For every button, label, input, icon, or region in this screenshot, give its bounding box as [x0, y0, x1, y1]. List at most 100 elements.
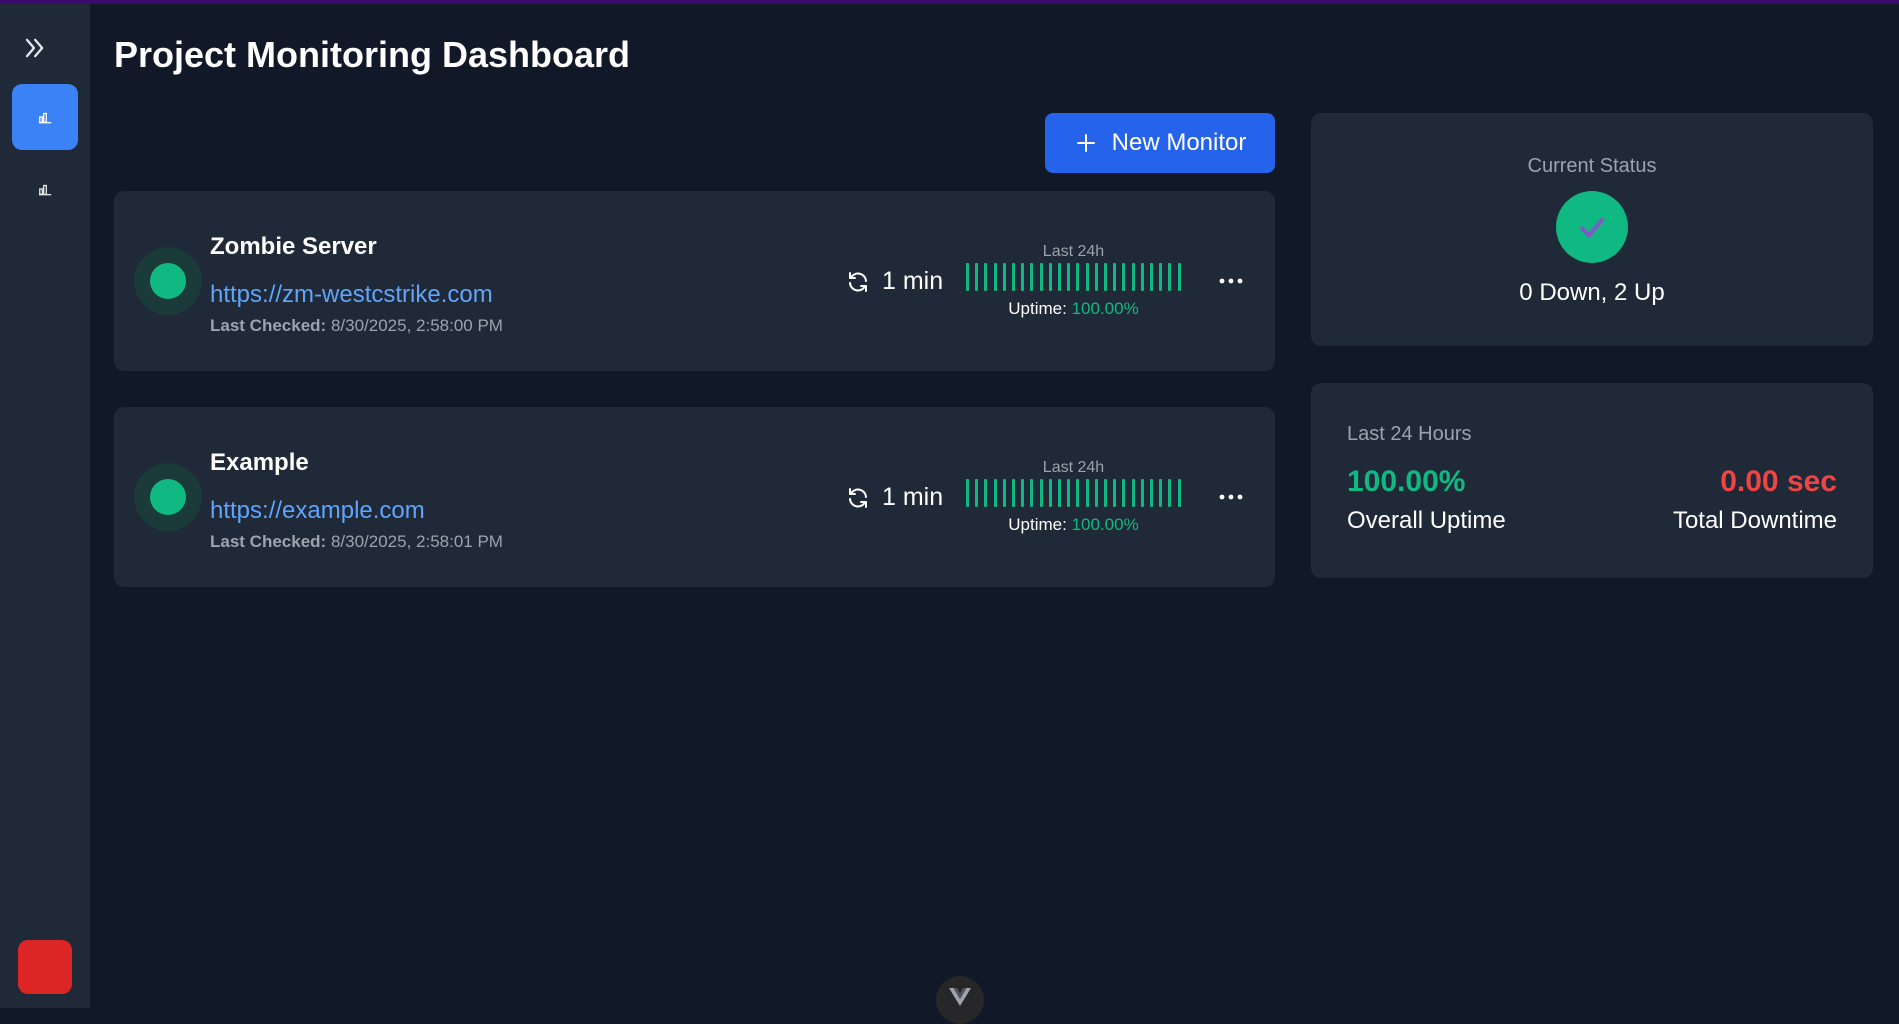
uptime-bar	[984, 263, 988, 291]
last-24-hours-card: Last 24 Hours 100.00% Overall Uptime 0.0…	[1311, 383, 1873, 578]
uptime-bar	[1058, 479, 1062, 507]
uptime-bar	[1140, 263, 1144, 291]
sidebar-user-avatar[interactable]	[18, 940, 72, 994]
uptime-bar	[1159, 263, 1163, 291]
uptime-history: Last 24h Uptime: 100.00%	[966, 243, 1181, 319]
uptime-bar	[1002, 479, 1006, 507]
monitor-name: Example	[210, 449, 309, 476]
uptime-bar	[1177, 479, 1181, 507]
more-horizontal-icon	[1219, 278, 1243, 284]
uptime-bar	[1140, 479, 1144, 507]
uptime-value: 100.00%	[1071, 299, 1139, 318]
uptime-bar	[1177, 263, 1181, 291]
last-checked: Last Checked: 8/30/2025, 2:58:01 PM	[210, 532, 503, 552]
uptime-bar	[1002, 263, 1006, 291]
uptime-bar	[1104, 479, 1108, 507]
uptime-bar	[1012, 263, 1016, 291]
monitor-card[interactable]: Example https://example.com Last Checked…	[114, 407, 1275, 587]
overall-uptime-value: 100.00%	[1347, 465, 1466, 498]
status-check-badge	[1556, 191, 1628, 263]
new-monitor-button[interactable]: New Monitor	[1045, 113, 1275, 173]
uptime-history: Last 24h Uptime: 100.00%	[966, 459, 1181, 535]
uptime-bar	[1104, 263, 1108, 291]
interval-value: 1 min	[882, 267, 944, 295]
new-monitor-label: New Monitor	[1111, 129, 1247, 156]
plus-icon	[1076, 134, 1095, 152]
monitor-url-link[interactable]: https://zm-westcstrike.com	[210, 281, 493, 309]
current-status-label: Current Status	[1527, 155, 1657, 177]
uptime-bar	[1150, 479, 1154, 507]
uptime-bar	[1131, 479, 1135, 507]
page-title: Project Monitoring Dashboard	[114, 34, 631, 75]
uptime-bar	[1039, 263, 1043, 291]
uptime-bar	[975, 263, 979, 291]
uptime-bar	[1122, 479, 1126, 507]
last-24-hours-title: Last 24 Hours	[1347, 423, 1472, 445]
last-checked-value: 8/30/2025, 2:58:01 PM	[330, 532, 503, 551]
uptime-summary: Uptime: 100.00%	[966, 515, 1181, 535]
uptime-bar	[1150, 263, 1154, 291]
monitor-url-link[interactable]: https://example.com	[210, 497, 425, 525]
status-summary: 0 Down, 2 Up	[1519, 279, 1665, 306]
uptime-bar	[1076, 479, 1080, 507]
uptime-bar	[1021, 263, 1025, 291]
status-dot	[150, 263, 186, 299]
bar-chart-icon	[38, 184, 52, 196]
uptime-bar	[1067, 479, 1071, 507]
double-chevron-right-icon	[25, 38, 44, 58]
uptime-bar	[1113, 479, 1117, 507]
status-indicator	[134, 247, 202, 315]
total-downtime-label: Total Downtime	[1672, 507, 1837, 534]
current-status-card: Current Status 0 Down, 2 Up	[1311, 113, 1873, 346]
uptime-bars	[966, 479, 1181, 507]
refresh-icon	[849, 271, 867, 292]
uptime-bar	[1048, 479, 1052, 507]
interval-value: 1 min	[882, 483, 944, 511]
sidebar-toggle-button[interactable]	[18, 32, 50, 64]
check-interval: 1 min	[846, 483, 943, 512]
uptime-bar	[1113, 263, 1117, 291]
uptime-bar	[984, 479, 988, 507]
history-label: Last 24h	[1042, 243, 1105, 260]
last-checked: Last Checked: 8/30/2025, 2:58:00 PM	[210, 316, 503, 336]
uptime-bar	[1094, 263, 1098, 291]
devtools-toggle-button[interactable]	[936, 976, 984, 1024]
status-dot	[150, 479, 186, 515]
last-checked-label: Last Checked:	[210, 316, 327, 335]
uptime-bar	[1122, 263, 1126, 291]
uptime-bar	[966, 263, 969, 291]
uptime-bar	[1039, 479, 1043, 507]
uptime-bar	[1131, 263, 1135, 291]
monitor-name: Zombie Server	[210, 233, 377, 260]
sidebar-item-dashboard[interactable]	[12, 84, 78, 150]
sidebar-item-reports[interactable]	[12, 156, 78, 222]
uptime-bar	[966, 479, 969, 507]
uptime-bar	[1048, 263, 1052, 291]
uptime-bar	[1159, 479, 1163, 507]
uptime-bar	[1030, 263, 1034, 291]
check-interval: 1 min	[846, 267, 943, 296]
uptime-bar	[993, 263, 997, 291]
history-label: Last 24h	[1042, 459, 1105, 476]
uptime-bar	[993, 479, 997, 507]
more-options-button[interactable]	[1214, 485, 1248, 509]
status-indicator	[134, 463, 202, 531]
uptime-bar	[1168, 263, 1172, 291]
uptime-bar	[1067, 263, 1071, 291]
uptime-bar	[1085, 263, 1089, 291]
sidebar	[0, 4, 90, 1008]
overall-uptime-label: Overall Uptime	[1347, 507, 1506, 534]
uptime-bar	[1012, 479, 1016, 507]
more-options-button[interactable]	[1214, 269, 1248, 293]
more-horizontal-icon	[1219, 494, 1243, 500]
vue-logo-icon	[949, 988, 971, 1006]
monitor-card[interactable]: Zombie Server https://zm-westcstrike.com…	[114, 191, 1275, 371]
uptime-summary: Uptime: 100.00%	[966, 299, 1181, 319]
uptime-bar	[1168, 479, 1172, 507]
uptime-bar	[1094, 479, 1098, 507]
uptime-bars	[966, 263, 1181, 291]
uptime-value: 100.00%	[1071, 515, 1139, 534]
main-content: Project Monitoring Dashboard New Monitor…	[90, 4, 1899, 1024]
total-downtime-value: 0.00 sec	[1720, 465, 1837, 498]
uptime-label: Uptime:	[1008, 299, 1067, 318]
